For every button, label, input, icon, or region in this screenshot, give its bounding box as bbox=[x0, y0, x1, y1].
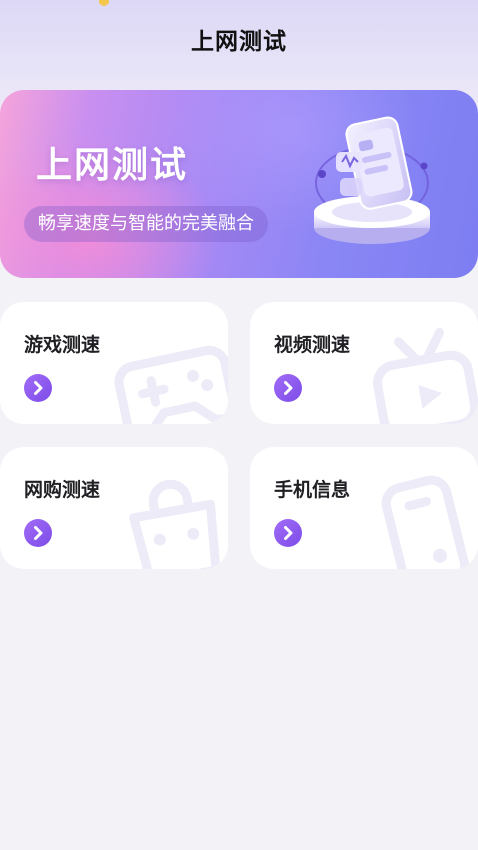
card-label: 手机信息 bbox=[274, 479, 351, 501]
banner-title: 上网测试 bbox=[36, 145, 189, 186]
status-indicator-icon bbox=[99, 0, 109, 6]
card-label: 网购测速 bbox=[24, 479, 101, 501]
shopping-bag-icon bbox=[129, 479, 221, 569]
card-shopping-speed-test[interactable]: 网购测速 bbox=[0, 447, 228, 569]
chevron-right-icon[interactable] bbox=[24, 519, 52, 547]
gamepad-icon bbox=[114, 345, 228, 424]
card-game-speed-test[interactable]: 游戏测速 bbox=[0, 302, 228, 424]
chevron-right-icon[interactable] bbox=[24, 374, 52, 402]
status-bar bbox=[0, 0, 478, 8]
card-label: 视频测速 bbox=[274, 334, 351, 356]
hero-banner[interactable]: 上网测试 bbox=[0, 90, 478, 278]
chevron-right-icon[interactable] bbox=[274, 519, 302, 547]
card-label: 游戏测速 bbox=[24, 334, 101, 356]
phone-hologram-illustration-icon bbox=[314, 116, 430, 244]
card-phone-info[interactable]: 手机信息 bbox=[250, 447, 478, 569]
chevron-right-icon[interactable] bbox=[274, 374, 302, 402]
tv-play-icon bbox=[373, 328, 478, 424]
card-video-speed-test[interactable]: 视频测速 bbox=[250, 302, 478, 424]
page-title: 上网测试 bbox=[191, 29, 287, 55]
banner-subtitle: 畅享速度与智能的完美融合 bbox=[24, 206, 268, 242]
mobile-phone-icon bbox=[381, 475, 470, 569]
